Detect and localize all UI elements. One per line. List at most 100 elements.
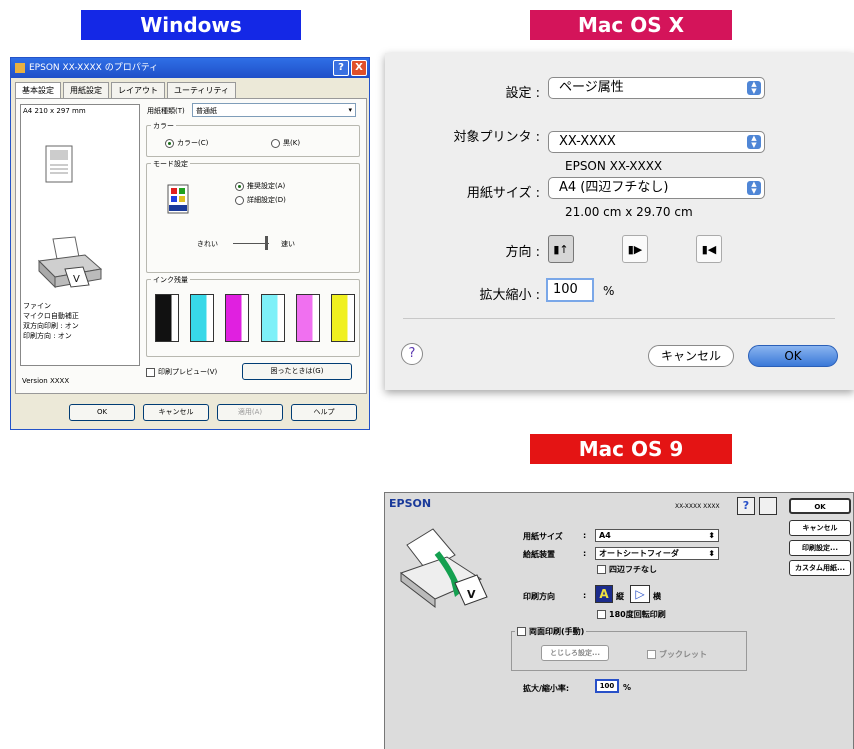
paper-type-label: 用紙種類(T) bbox=[147, 107, 185, 115]
preview-info-3: 双方向印刷 : オン bbox=[23, 322, 79, 330]
scale-input[interactable]: 100 bbox=[546, 278, 594, 302]
paper-size-popup[interactable]: A4 ⬍ bbox=[595, 529, 719, 542]
portrait-button[interactable]: A bbox=[595, 585, 613, 603]
help-icon[interactable]: ? bbox=[401, 343, 423, 365]
radio-on-icon bbox=[235, 181, 244, 191]
ink-cartridge-2 bbox=[190, 294, 215, 342]
windows-tab-panel: A4 210 x 297 mm V ファイン マイクロ自動補正 双方向印刷 : … bbox=[15, 98, 367, 394]
scale-input[interactable]: 100 bbox=[595, 679, 619, 693]
printer-feed-illustration-icon: V bbox=[399, 528, 488, 609]
colon: : bbox=[583, 531, 587, 540]
divider bbox=[403, 318, 835, 319]
macosx-banner: Mac OS X bbox=[530, 10, 732, 40]
help-title-button[interactable]: ? bbox=[333, 60, 349, 76]
color-radio-black[interactable]: 黒(K) bbox=[271, 138, 300, 148]
cancel-button[interactable]: キャンセル bbox=[648, 345, 734, 367]
cancel-button[interactable]: キャンセル bbox=[143, 404, 209, 421]
duplex-checkbox[interactable]: 両面印刷(手動) bbox=[515, 626, 587, 637]
checkbox-icon bbox=[647, 650, 656, 659]
scale-unit: % bbox=[603, 284, 615, 298]
print-preview-label: 印刷プレビュー(V) bbox=[158, 368, 218, 376]
borderless-checkbox[interactable]: 四辺フチなし bbox=[597, 564, 657, 575]
scale-label: 拡大縮小 : bbox=[479, 288, 540, 303]
paper-dimensions: 21.00 cm x 29.70 cm bbox=[565, 205, 693, 219]
portrait-icon: A bbox=[599, 587, 609, 601]
rotate-checkbox[interactable]: 180度回転印刷 bbox=[597, 609, 666, 620]
checkbox-icon bbox=[517, 627, 526, 636]
help-button[interactable]: ? bbox=[737, 497, 755, 515]
paper-size-text: A4 210 x 297 mm bbox=[23, 107, 86, 115]
popup-arrows-icon: ▲ ▼ bbox=[747, 81, 761, 95]
popup-arrows-icon: ▲ ▼ bbox=[747, 181, 761, 195]
scale-label: 拡大/縮小率: bbox=[523, 684, 570, 693]
ok-button[interactable]: OK bbox=[69, 404, 135, 421]
preview-info-1: ファイン bbox=[23, 302, 51, 310]
settings-popup[interactable]: ページ属性 ▲ ▼ bbox=[548, 77, 765, 99]
reverse-landscape-icon: ▮◀ bbox=[701, 243, 717, 256]
quality-slider-thumb[interactable] bbox=[265, 236, 268, 250]
tab-basic[interactable]: 基本設定 bbox=[15, 82, 61, 99]
windows-properties-dialog: EPSON XX-XXXX のプロパティ ? X 基本設定 用紙設定 レイアウト… bbox=[10, 57, 370, 430]
ok-button[interactable]: OK bbox=[748, 345, 838, 367]
custom-paper-button[interactable]: カスタム用紙... bbox=[789, 560, 851, 576]
mode-radio-advanced[interactable]: 詳細設定(D) bbox=[235, 195, 286, 205]
chevron-down-icon: ▾ bbox=[348, 106, 352, 114]
printer-description: EPSON XX-XXXX bbox=[565, 159, 663, 173]
popup-arrows-icon: ▲ ▼ bbox=[747, 135, 761, 149]
portrait-icon: ▮↑ bbox=[553, 243, 569, 256]
radio-off-icon bbox=[271, 138, 280, 148]
radio-off-icon bbox=[235, 195, 244, 205]
tab-paper[interactable]: 用紙設定 bbox=[63, 82, 109, 99]
windows-title-bar: EPSON XX-XXXX のプロパティ bbox=[11, 58, 369, 78]
print-settings-button[interactable]: 印刷設定... bbox=[789, 540, 851, 556]
epson-logo: EPSON bbox=[389, 497, 432, 510]
paper-size-value: A4 bbox=[599, 531, 611, 540]
cancel-button[interactable]: キャンセル bbox=[789, 520, 851, 536]
booklet-checkbox[interactable]: ブックレット bbox=[647, 649, 707, 660]
binding-margin-button[interactable]: とじしろ設定... bbox=[541, 645, 609, 661]
landscape-button[interactable]: ▷ bbox=[630, 585, 650, 603]
print-preview-panel: A4 210 x 297 mm V ファイン マイクロ自動補正 双方向印刷 : … bbox=[20, 104, 140, 366]
troubleshoot-button[interactable]: 困ったときは(G) bbox=[242, 363, 352, 380]
mode-group: モード設定 推奨設定(A) 詳細設定(D) きれい 速い bbox=[146, 159, 360, 273]
printer-label: 対象プリンタ : bbox=[453, 130, 540, 145]
booklet-label: ブックレット bbox=[659, 650, 707, 659]
printer-popup[interactable]: XX-XXXX ▲ ▼ bbox=[548, 131, 765, 153]
printer-model: XX-XXXX XXXX bbox=[675, 503, 720, 510]
feed-popup[interactable]: オートシートフィーダ ⬍ bbox=[595, 547, 719, 560]
ok-button[interactable]: OK bbox=[789, 498, 851, 514]
orientation-reverse-landscape-button[interactable]: ▮◀ bbox=[696, 235, 722, 263]
print-preview-checkbox[interactable]: 印刷プレビュー(V) bbox=[146, 367, 217, 377]
quality-slider-track[interactable] bbox=[233, 243, 269, 244]
close-button[interactable]: X bbox=[351, 60, 367, 76]
orientation-landscape-button[interactable]: ▮▶ bbox=[622, 235, 648, 263]
mode-radio-recommended[interactable]: 推奨設定(A) bbox=[235, 181, 285, 191]
scale-unit: % bbox=[623, 683, 632, 692]
color-radio-color[interactable]: カラー(C) bbox=[165, 138, 208, 148]
epson-box-icon bbox=[167, 184, 189, 214]
ink-cartridges bbox=[155, 294, 355, 344]
orientation-portrait-button[interactable]: ▮↑ bbox=[548, 235, 574, 263]
help-button[interactable]: ヘルプ bbox=[291, 404, 357, 421]
color-option-black: 黒(K) bbox=[283, 139, 301, 147]
tab-utility[interactable]: ユーティリティ bbox=[167, 82, 237, 99]
settings-value: ページ属性 bbox=[559, 80, 624, 95]
feed-value: オートシートフィーダ bbox=[599, 549, 679, 558]
paper-size-value: A4 (四辺フチなし) bbox=[559, 180, 669, 195]
duplex-label: 両面印刷(手動) bbox=[529, 627, 585, 636]
ink-cartridge-3 bbox=[225, 294, 250, 342]
settings-icon[interactable] bbox=[759, 497, 777, 515]
paper-type-value: 普通紙 bbox=[196, 107, 217, 115]
color-option-color: カラー(C) bbox=[177, 139, 209, 147]
colon: : bbox=[583, 591, 587, 600]
ink-level-group: インク残量 bbox=[146, 275, 360, 357]
ink-cartridge-5 bbox=[295, 294, 320, 342]
mode-option-advanced: 詳細設定(D) bbox=[247, 196, 286, 204]
tab-layout[interactable]: レイアウト bbox=[111, 82, 165, 99]
macosx-page-setup-dialog: 設定 : ページ属性 ▲ ▼ 対象プリンタ : XX-XXXX ▲ ▼ EPSON … bbox=[385, 53, 854, 390]
paper-type-select[interactable]: 普通紙 ▾ bbox=[192, 103, 356, 117]
paper-size-popup[interactable]: A4 (四辺フチなし) ▲ ▼ bbox=[548, 177, 765, 199]
portrait-label: 縦 bbox=[616, 592, 624, 601]
ink-cartridge-4 bbox=[260, 294, 285, 342]
apply-button[interactable]: 適用(A) bbox=[217, 404, 283, 421]
